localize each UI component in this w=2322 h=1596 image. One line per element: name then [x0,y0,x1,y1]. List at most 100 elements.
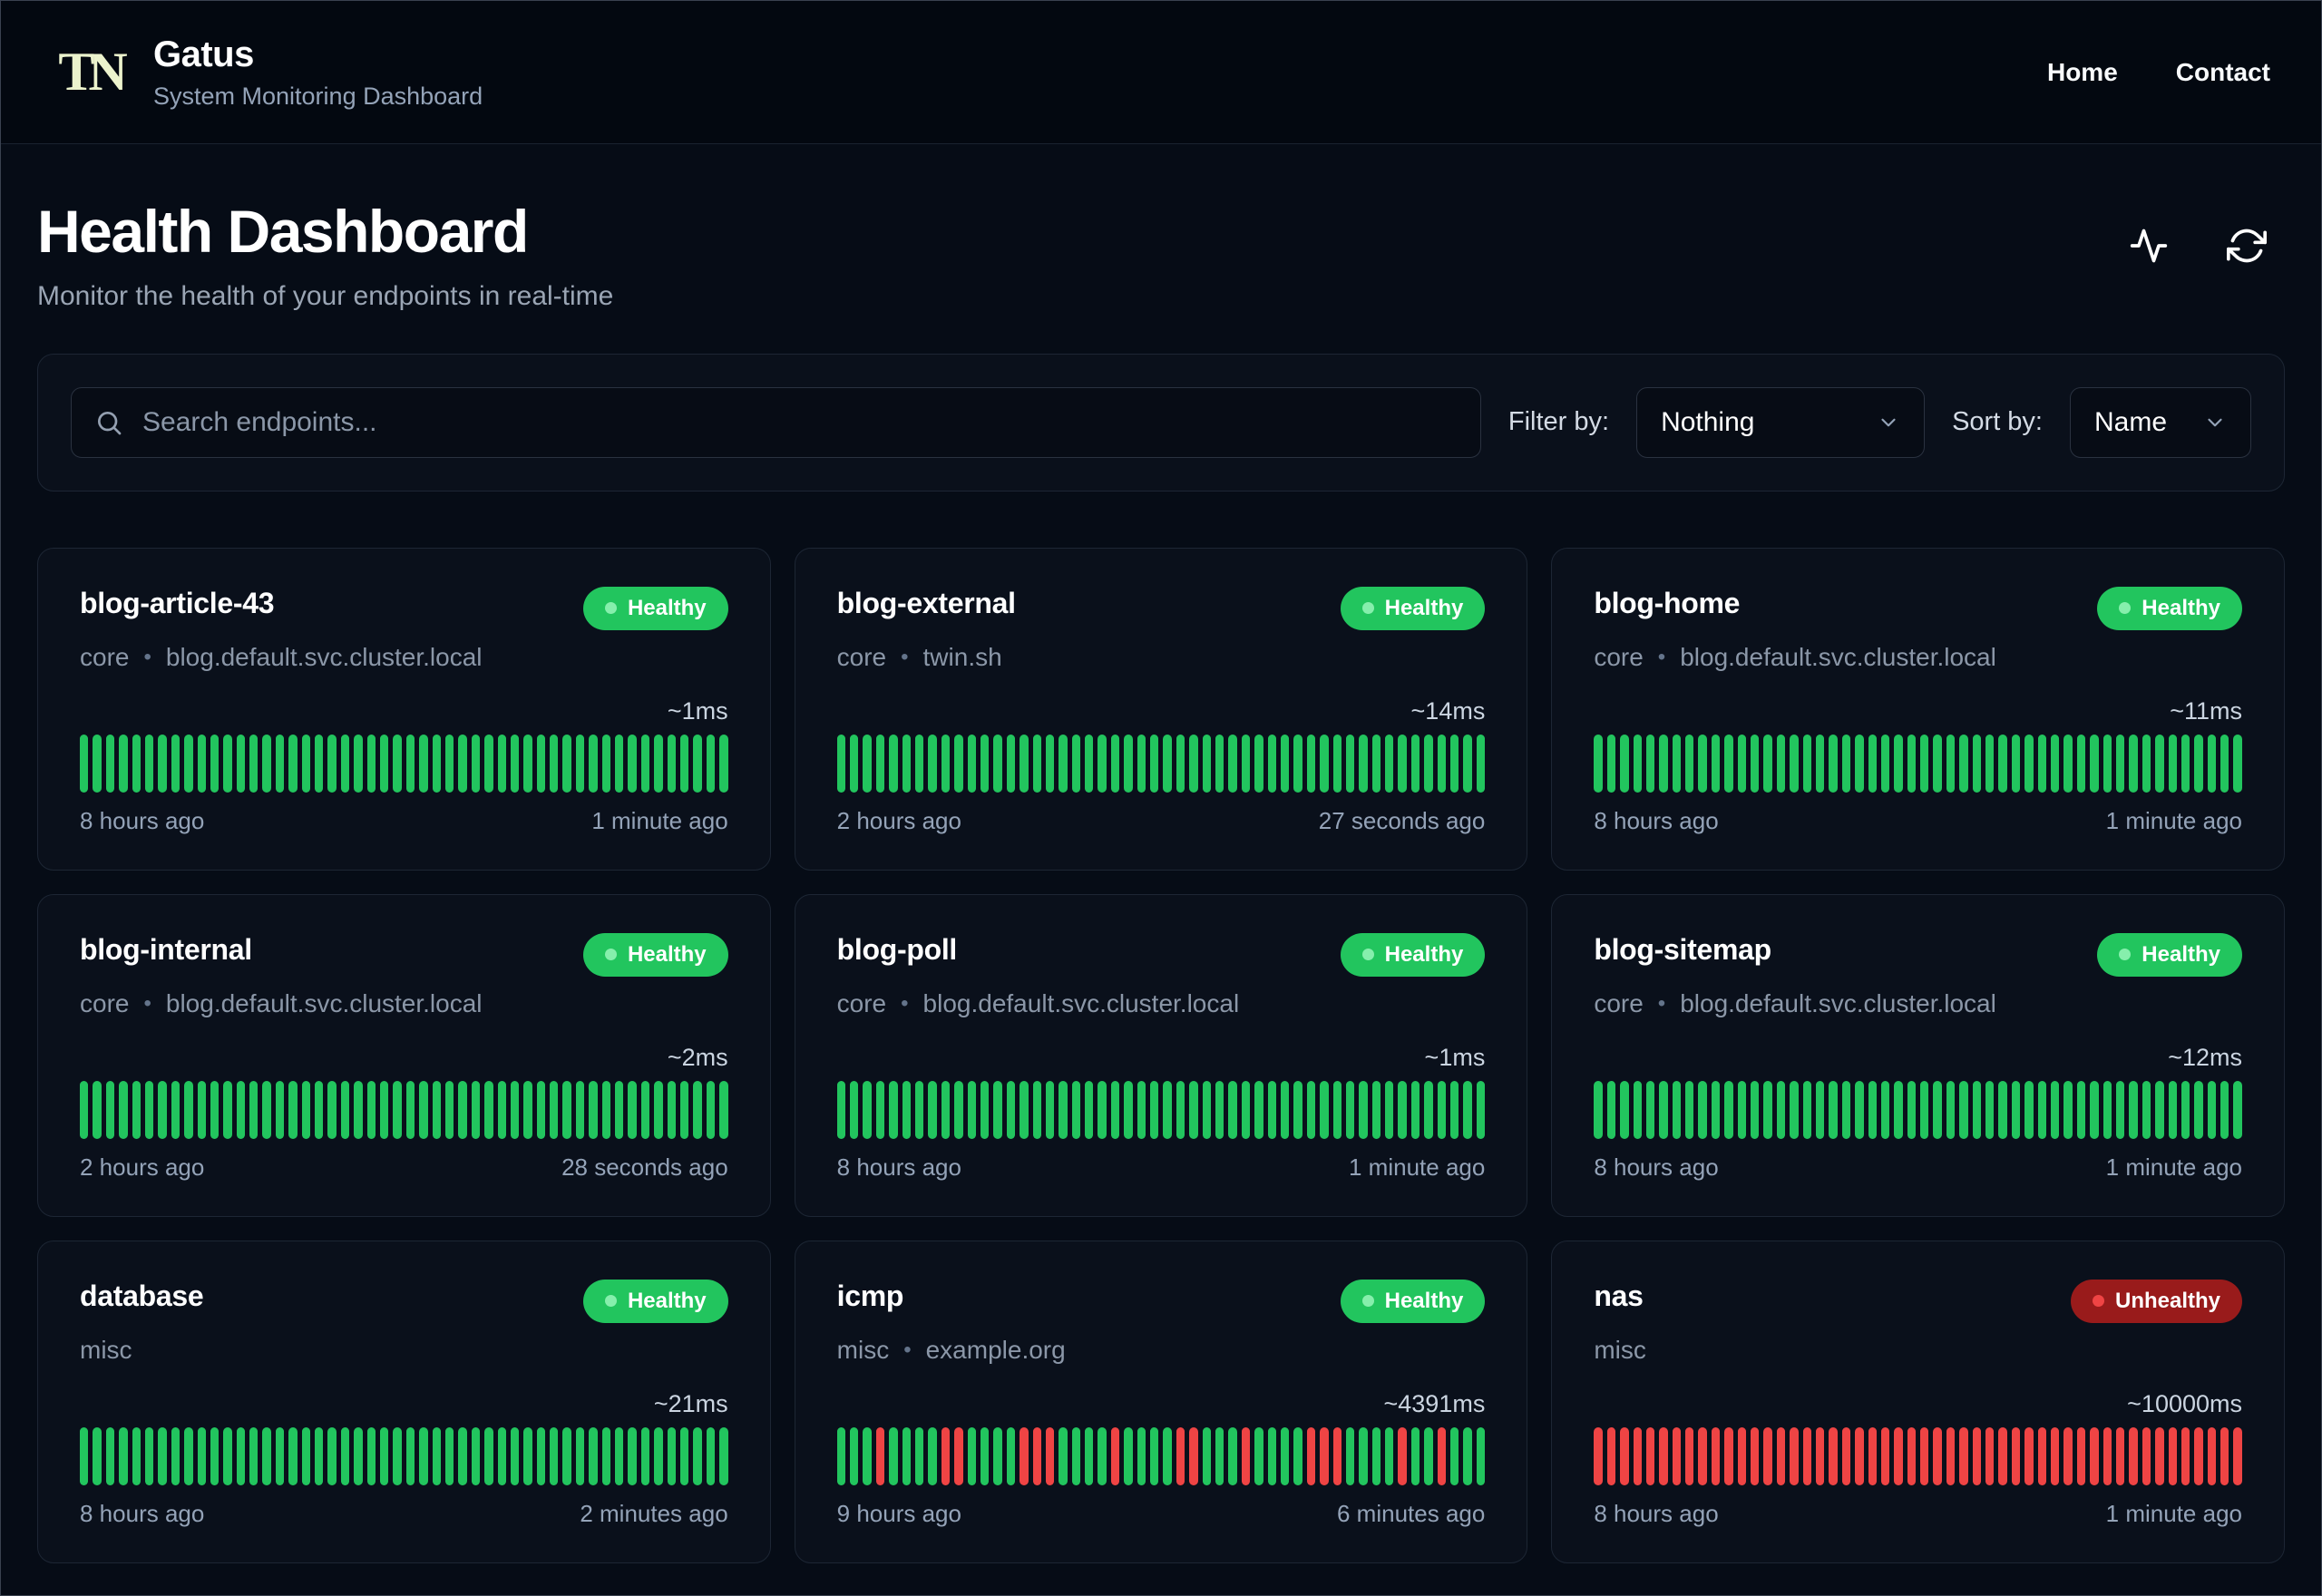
uptime-bar[interactable] [1594,1426,1603,1485]
uptime-bar[interactable] [2194,1080,2203,1139]
uptime-bar[interactable] [1176,734,1185,793]
uptime-bar[interactable] [562,1080,571,1139]
uptime-bar[interactable] [1972,1426,1982,1485]
uptime-bar[interactable] [275,1080,285,1139]
uptime-bar[interactable] [1098,1080,1107,1139]
uptime-bar[interactable] [288,734,298,793]
uptime-bar[interactable] [1959,1080,1968,1139]
uptime-bar[interactable] [2207,1426,2217,1485]
uptime-bar[interactable] [1672,1080,1682,1139]
uptime-bar[interactable] [875,1426,885,1485]
uptime-bar[interactable] [197,1080,206,1139]
uptime-bar[interactable] [1894,1080,1903,1139]
uptime-bar[interactable] [1176,1080,1185,1139]
uptime-bar[interactable] [1776,1426,1786,1485]
uptime-bar[interactable] [301,1080,311,1139]
uptime-bar[interactable] [915,734,924,793]
uptime-bar[interactable] [327,1080,337,1139]
uptime-bar[interactable] [262,1080,271,1139]
uptime-bar[interactable] [1137,1080,1146,1139]
uptime-bar[interactable] [1698,734,1707,793]
uptime-bar[interactable] [1020,1080,1029,1139]
uptime-bar[interactable] [366,1426,376,1485]
uptime-bar[interactable] [1751,734,1760,793]
uptime-bar[interactable] [1946,734,1956,793]
uptime-bar[interactable] [1802,734,1811,793]
uptime-bar[interactable] [471,734,481,793]
uptime-bar[interactable] [2051,734,2060,793]
uptime-bar[interactable] [1985,1080,1995,1139]
uptime-bar[interactable] [1711,1080,1721,1139]
uptime-bar[interactable] [615,1080,624,1139]
uptime-bar[interactable] [1320,734,1329,793]
uptime-bar[interactable] [340,1426,350,1485]
uptime-bar[interactable] [432,1080,441,1139]
uptime-bar[interactable] [393,1426,402,1485]
uptime-bar[interactable] [1293,1080,1302,1139]
uptime-bar[interactable] [1163,1426,1172,1485]
uptime-bar[interactable] [2102,1080,2112,1139]
uptime-bar[interactable] [1059,734,1068,793]
uptime-bar[interactable] [679,734,689,793]
uptime-bar[interactable] [550,1080,559,1139]
uptime-bar[interactable] [301,1426,311,1485]
uptime-bar[interactable] [132,1426,141,1485]
uptime-bar[interactable] [105,1080,115,1139]
uptime-bar[interactable] [144,734,154,793]
uptime-bar[interactable] [1059,1426,1068,1485]
uptime-bar[interactable] [1020,734,1029,793]
uptime-bar[interactable] [340,734,350,793]
sort-select[interactable]: Name [2070,386,2251,458]
uptime-bar[interactable] [379,1426,389,1485]
uptime-bar[interactable] [2168,1080,2177,1139]
uptime-bar[interactable] [1659,1426,1668,1485]
uptime-bar[interactable] [1124,734,1133,793]
uptime-bar[interactable] [2076,1426,2086,1485]
uptime-bar[interactable] [1659,1080,1668,1139]
uptime-bar[interactable] [1633,734,1642,793]
uptime-bar[interactable] [2129,734,2138,793]
uptime-bar[interactable] [1424,734,1433,793]
uptime-bar[interactable] [144,1080,154,1139]
uptime-bar[interactable] [184,1080,193,1139]
uptime-bar[interactable] [379,734,389,793]
uptime-bar[interactable] [444,1080,454,1139]
uptime-bar[interactable] [1685,1080,1694,1139]
uptime-bar[interactable] [458,1426,467,1485]
uptime-bar[interactable] [589,734,598,793]
uptime-bar[interactable] [1398,734,1407,793]
uptime-bar[interactable] [1398,1080,1407,1139]
uptime-bar[interactable] [1332,1080,1341,1139]
uptime-bar[interactable] [601,1080,611,1139]
uptime-bar[interactable] [405,734,415,793]
uptime-bar[interactable] [1267,734,1276,793]
uptime-bar[interactable] [1059,1080,1068,1139]
uptime-bar[interactable] [471,1080,481,1139]
uptime-bar[interactable] [497,734,506,793]
uptime-bar[interactable] [1972,1080,1982,1139]
uptime-bar[interactable] [1228,1080,1237,1139]
uptime-bar[interactable] [2155,734,2164,793]
brand[interactable]: TN Gatus System Monitoring Dashboard [52,34,483,111]
uptime-bar[interactable] [2181,734,2190,793]
uptime-bar[interactable] [902,1080,911,1139]
uptime-bar[interactable] [249,1426,259,1485]
uptime-bar[interactable] [628,1426,637,1485]
uptime-bar[interactable] [93,1426,102,1485]
uptime-bar[interactable] [875,1080,885,1139]
uptime-bar[interactable] [1620,1426,1629,1485]
uptime-bar[interactable] [510,734,520,793]
uptime-bar[interactable] [1163,1080,1172,1139]
uptime-bar[interactable] [601,1426,611,1485]
uptime-bar[interactable] [1946,1080,1956,1139]
uptime-bar[interactable] [993,1080,1002,1139]
uptime-bar[interactable] [419,734,428,793]
uptime-bar[interactable] [105,1426,115,1485]
endpoint-card[interactable]: nas Unhealthy misc ~10000ms 8 hours ago … [1551,1240,2285,1563]
uptime-bar[interactable] [954,1080,963,1139]
uptime-bar[interactable] [589,1426,598,1485]
uptime-bar[interactable] [2142,1080,2151,1139]
uptime-bar[interactable] [967,1426,976,1485]
uptime-bar[interactable] [1606,734,1616,793]
uptime-bar[interactable] [1855,1426,1864,1485]
